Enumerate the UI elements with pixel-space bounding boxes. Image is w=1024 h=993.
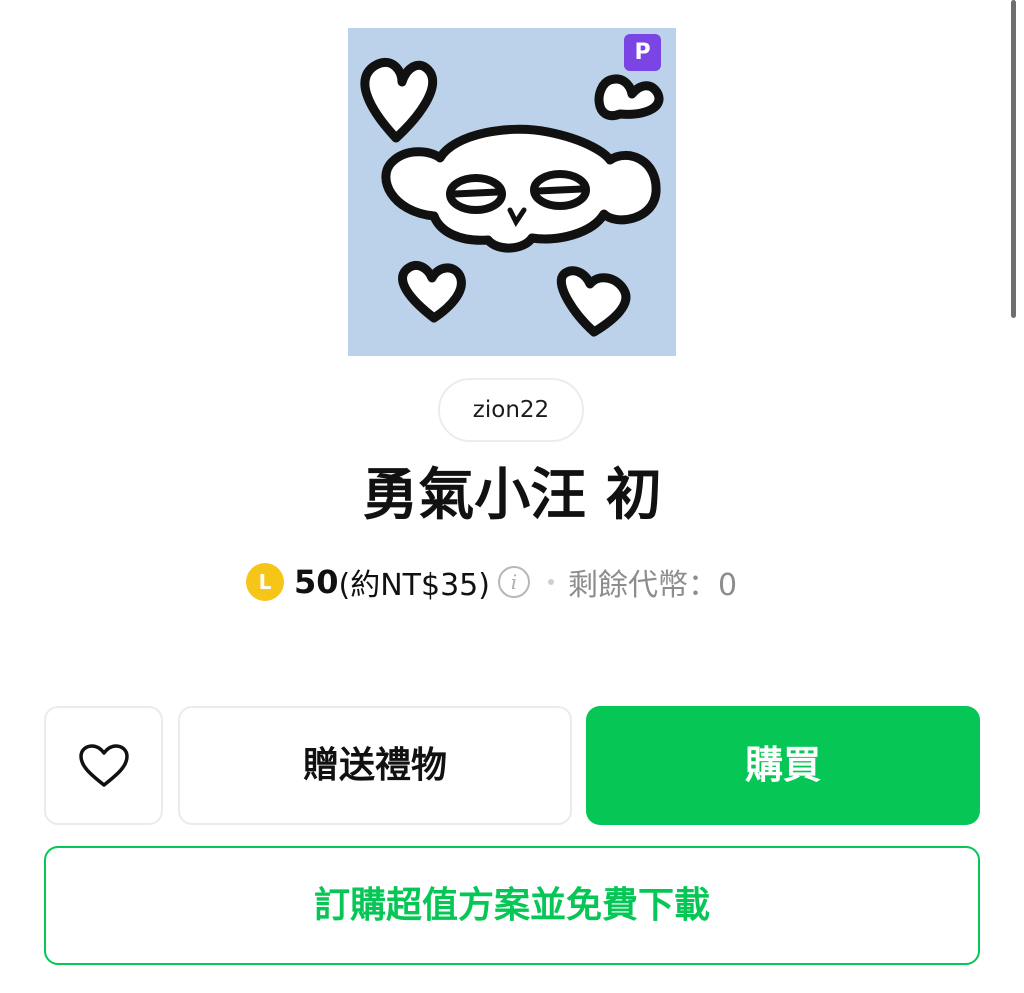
buy-button[interactable]: 購買 bbox=[586, 706, 980, 825]
coin-balance: 剩餘代幣：0 bbox=[567, 568, 738, 603]
scrollbar[interactable] bbox=[1011, 0, 1016, 318]
subscribe-button[interactable]: 訂購超值方案並免費下載 bbox=[44, 846, 980, 965]
price-row: L 50 (約NT$35) i 剩餘代幣：0 bbox=[246, 560, 737, 604]
gift-button[interactable]: 贈送禮物 bbox=[178, 706, 572, 825]
price-approx: (約NT$35) bbox=[338, 568, 490, 603]
info-icon[interactable]: i bbox=[497, 566, 530, 598]
sticker-thumbnail bbox=[348, 28, 676, 356]
price-amount: 50 bbox=[294, 563, 339, 601]
author-link[interactable]: zion22 bbox=[438, 378, 584, 442]
favorite-button[interactable] bbox=[44, 706, 163, 825]
sticker-image bbox=[348, 28, 676, 356]
premium-badge: P bbox=[624, 34, 661, 71]
coin-icon: L bbox=[246, 563, 284, 601]
heart-outline-icon bbox=[78, 743, 129, 787]
separator-dot bbox=[547, 579, 554, 585]
sticker-title: 勇氣小汪 初 bbox=[362, 463, 662, 528]
